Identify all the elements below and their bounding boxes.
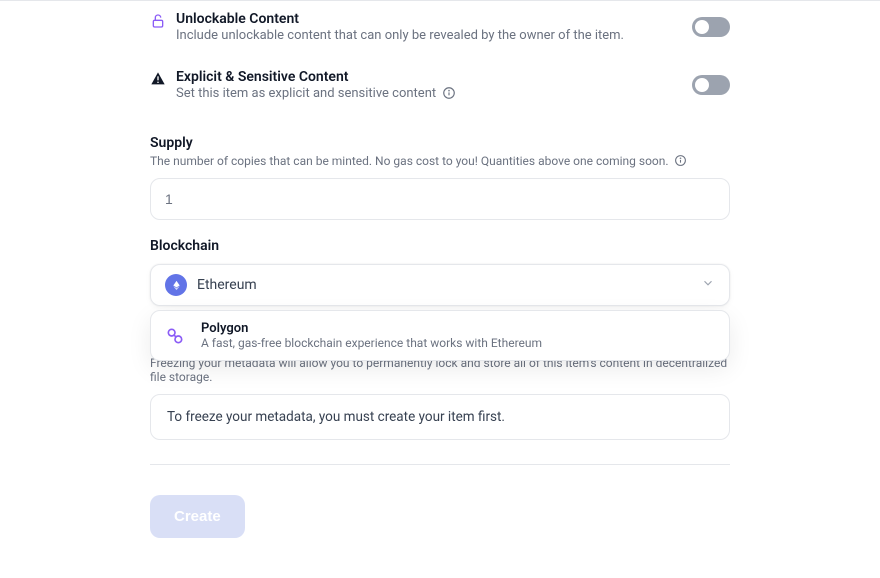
blockchain-option-polygon[interactable]: Polygon A fast, gas-free blockchain expe… <box>165 321 715 350</box>
unlockable-desc: Include unlockable content that can only… <box>176 28 624 43</box>
explicit-desc: Set this item as explicit and sensitive … <box>176 86 436 101</box>
unlockable-toggle[interactable] <box>692 17 730 37</box>
info-icon[interactable] <box>442 86 456 100</box>
warning-icon <box>150 69 176 91</box>
chevron-down-icon <box>701 276 715 294</box>
create-item-form: Unlockable Content Include unlockable co… <box>0 0 880 578</box>
supply-section: Supply The number of copies that can be … <box>150 135 730 220</box>
blockchain-label: Blockchain <box>150 238 730 254</box>
lock-icon <box>150 11 176 33</box>
blockchain-selected: Ethereum <box>197 277 701 293</box>
divider <box>150 464 730 465</box>
unlockable-title: Unlockable Content <box>176 11 692 27</box>
blockchain-section: Blockchain Ethereum <box>150 238 730 306</box>
explicit-title: Explicit & Sensitive Content <box>176 69 692 85</box>
freeze-box: To freeze your metadata, you must create… <box>150 394 730 440</box>
option-desc: A fast, gas-free blockchain experience t… <box>201 336 542 350</box>
explicit-row: Explicit & Sensitive Content Set this it… <box>150 59 730 117</box>
supply-label: Supply <box>150 135 730 151</box>
ethereum-icon <box>165 274 187 296</box>
option-name: Polygon <box>201 321 542 336</box>
polygon-icon <box>165 321 189 350</box>
create-button[interactable]: Create <box>150 495 245 538</box>
explicit-toggle[interactable] <box>692 75 730 95</box>
info-icon[interactable] <box>674 154 687 167</box>
supply-input[interactable] <box>150 178 730 220</box>
unlockable-row: Unlockable Content Include unlockable co… <box>150 1 730 59</box>
blockchain-select[interactable]: Ethereum <box>150 264 730 306</box>
blockchain-dropdown: Polygon A fast, gas-free blockchain expe… <box>150 310 730 361</box>
supply-desc: The number of copies that can be minted.… <box>150 154 669 168</box>
